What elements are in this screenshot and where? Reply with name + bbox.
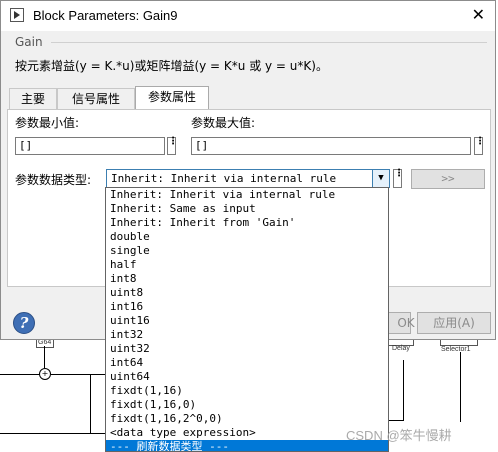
group-label: Gain <box>15 35 43 49</box>
gain-block-label: G64 <box>38 339 52 346</box>
data-type-dropdown-list: Inherit: Inherit via internal rule Inher… <box>105 187 389 452</box>
selector-label: Selector1 <box>441 346 471 353</box>
dropdown-option[interactable]: uint64 <box>106 370 388 384</box>
dropdown-option[interactable]: int8 <box>106 272 388 286</box>
signal-line <box>389 420 404 421</box>
data-type-label: 参数数据类型: <box>15 173 92 187</box>
window-title: Block Parameters: Gain9 <box>33 8 178 23</box>
delay-label: Delay <box>392 345 410 352</box>
data-type-assistant-button[interactable]: >> <box>411 169 485 189</box>
dropdown-option[interactable]: uint32 <box>106 342 388 356</box>
signal-line <box>0 433 105 434</box>
sum-block[interactable]: + <box>39 368 51 380</box>
apply-button[interactable]: 应用(A) <box>417 312 491 334</box>
param-max-options-button[interactable]: ⋮ <box>474 137 485 155</box>
chevron-down-icon[interactable]: ▼ <box>372 170 389 187</box>
dropdown-option[interactable]: int32 <box>106 328 388 342</box>
tab-main[interactable]: 主要 <box>9 88 57 109</box>
watermark: CSDN @笨牛慢耕 <box>346 428 452 443</box>
data-type-options-button[interactable]: ⋮ <box>393 169 404 188</box>
simulink-app-icon <box>10 8 24 22</box>
dropdown-option[interactable]: Inherit: Inherit from 'Gain' <box>106 216 388 230</box>
dropdown-option[interactable]: uint16 <box>106 314 388 328</box>
signal-line <box>403 360 404 420</box>
signal-line <box>44 346 45 368</box>
dropdown-option[interactable]: fixdt(1,16,2^0,0) <box>106 412 388 426</box>
signal-line <box>51 374 105 375</box>
data-type-select[interactable]: Inherit: Inherit via internal rule ▼ <box>106 169 390 188</box>
tab-parameter-attributes[interactable]: 参数属性 <box>135 86 209 109</box>
dropdown-option[interactable]: int64 <box>106 356 388 370</box>
dropdown-option[interactable]: uint8 <box>106 286 388 300</box>
signal-line <box>460 352 461 422</box>
param-max-input[interactable]: [] <box>191 137 471 155</box>
dropdown-option[interactable]: Inherit: Inherit via internal rule <box>106 188 388 202</box>
close-button[interactable]: ✕ <box>472 7 485 23</box>
signal-line <box>0 374 40 375</box>
data-type-selected-value: Inherit: Inherit via internal rule <box>111 172 337 185</box>
title-bar[interactable]: Block Parameters: Gain9 ✕ <box>1 1 495 31</box>
dropdown-option[interactable]: Inherit: Same as input <box>106 202 388 216</box>
signal-line <box>90 374 91 434</box>
param-min-options-button[interactable]: ⋮ <box>167 137 178 155</box>
param-max-label: 参数最大值: <box>191 116 256 130</box>
dropdown-option[interactable]: fixdt(1,16) <box>106 384 388 398</box>
tab-signal-attributes[interactable]: 信号属性 <box>57 88 135 109</box>
dropdown-option[interactable]: double <box>106 230 388 244</box>
param-min-input[interactable]: [] <box>15 137 165 155</box>
dropdown-option[interactable]: fixdt(1,16,0) <box>106 398 388 412</box>
dropdown-option[interactable]: single <box>106 244 388 258</box>
block-description: 按元素增益(y = K.*u)或矩阵增益(y = K*u 或 y = u*K)。 <box>15 59 328 73</box>
help-icon[interactable]: ? <box>13 312 35 334</box>
param-min-label: 参数最小值: <box>15 116 80 130</box>
group-divider <box>51 42 487 43</box>
dropdown-option[interactable]: int16 <box>106 300 388 314</box>
dropdown-option[interactable]: half <box>106 258 388 272</box>
ok-button-label: OK <box>397 316 415 330</box>
